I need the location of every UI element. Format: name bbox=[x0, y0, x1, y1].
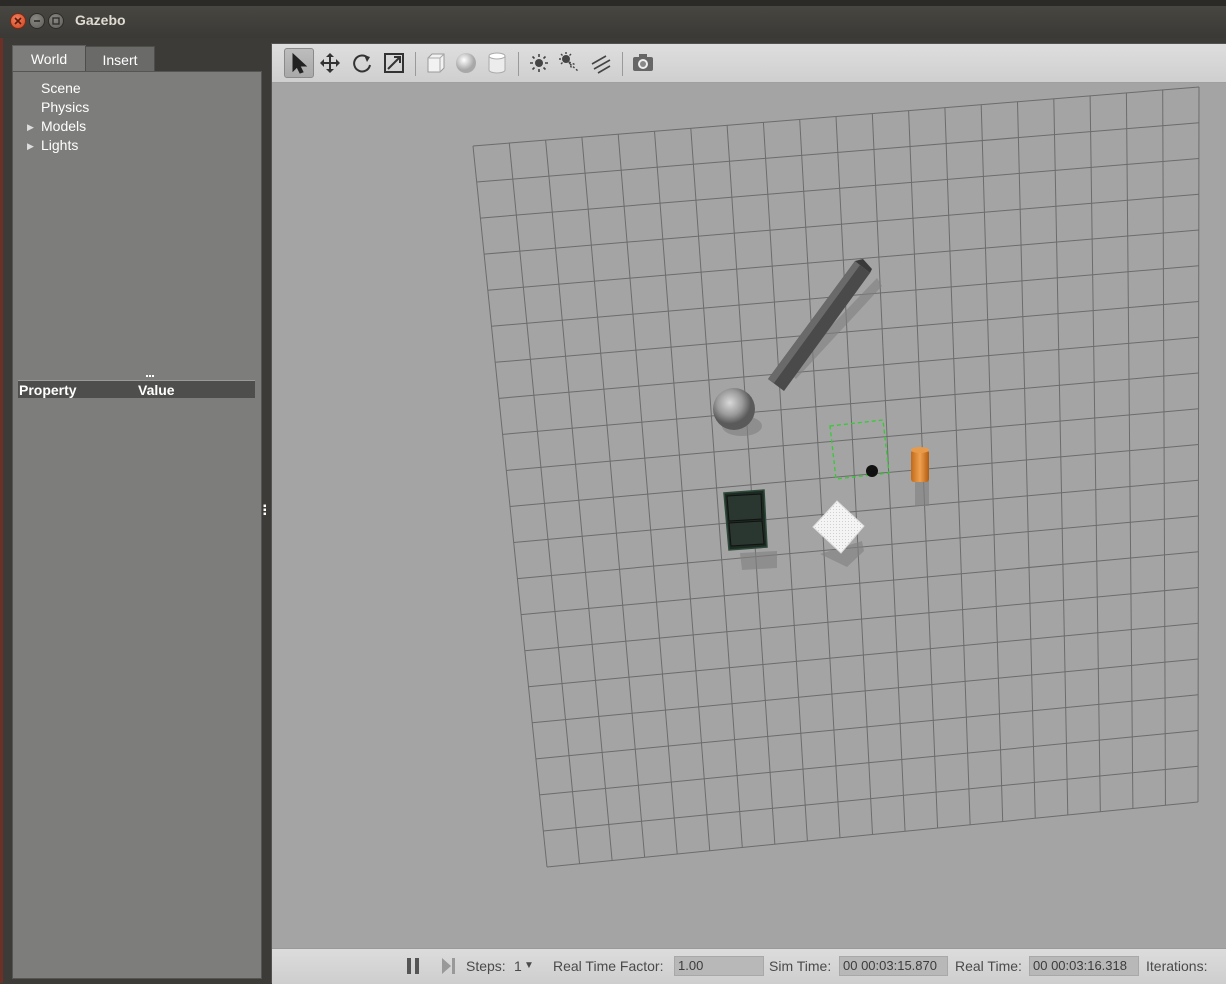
real-time-label: Real Time: bbox=[955, 958, 1022, 974]
sim-time-field: 00 00:03:15.870 bbox=[839, 956, 948, 976]
tab-world[interactable]: World bbox=[12, 45, 86, 72]
selection-box[interactable] bbox=[829, 419, 890, 480]
expand-arrow-icon[interactable]: ▶ bbox=[27, 141, 34, 152]
real-time-field: 00 00:03:16.318 bbox=[1029, 956, 1139, 976]
selected-object[interactable] bbox=[866, 465, 878, 477]
minimize-window-button[interactable] bbox=[29, 13, 45, 29]
real-time-factor-field: 1.00 bbox=[674, 956, 764, 976]
tree-item-models[interactable]: Models bbox=[41, 118, 86, 134]
steps-value[interactable]: 1 bbox=[514, 958, 522, 974]
translate-mode-button[interactable] bbox=[316, 49, 344, 77]
maximize-icon bbox=[52, 17, 60, 25]
grid-line bbox=[546, 801, 1199, 868]
steps-label: Steps: bbox=[466, 958, 506, 974]
tree-item-lights[interactable]: Lights bbox=[41, 137, 78, 153]
point-light-button[interactable] bbox=[525, 49, 553, 77]
rotate-mode-button[interactable] bbox=[348, 49, 376, 77]
close-window-button[interactable] bbox=[10, 13, 26, 29]
property-column-header[interactable]: Property bbox=[19, 382, 77, 398]
status-bar: Steps: 1 ▼ Real Time Factor: 1.00 Sim Ti… bbox=[272, 948, 1226, 984]
box-icon bbox=[427, 53, 445, 73]
vertical-splitter-handle[interactable]: ▪ ▪ ▪ bbox=[263, 502, 267, 520]
camera-icon bbox=[633, 54, 653, 71]
window-edge bbox=[0, 38, 3, 983]
maximize-window-button[interactable] bbox=[48, 13, 64, 29]
rotate-icon bbox=[353, 54, 371, 73]
world-panel: Scene Physics ▶ Models ▶ Lights Property… bbox=[12, 71, 262, 979]
cylinder-model[interactable] bbox=[911, 447, 929, 482]
minimize-icon bbox=[34, 20, 40, 22]
scale-mode-button[interactable] bbox=[380, 49, 408, 77]
expand-arrow-icon[interactable]: ▶ bbox=[27, 122, 34, 133]
property-table-header: Property Value bbox=[18, 380, 255, 398]
real-time-factor-label: Real Time Factor: bbox=[553, 958, 664, 974]
toolbar-separator bbox=[622, 52, 623, 76]
sphere-model[interactable] bbox=[713, 388, 755, 430]
steps-dropdown-icon[interactable]: ▼ bbox=[524, 960, 534, 971]
directional-light-icon bbox=[591, 55, 611, 74]
value-column-header[interactable]: Value bbox=[138, 382, 175, 398]
insert-sphere-button[interactable] bbox=[452, 49, 480, 77]
beam-model[interactable] bbox=[768, 259, 872, 391]
toolbar bbox=[272, 44, 1226, 83]
translate-icon bbox=[320, 53, 340, 73]
tab-insert[interactable]: Insert bbox=[85, 46, 155, 72]
select-mode-button[interactable] bbox=[284, 48, 314, 78]
toolbar-separator bbox=[518, 52, 519, 76]
top-panel-strip bbox=[0, 0, 1226, 6]
scale-icon bbox=[384, 53, 404, 73]
scene-viewport[interactable] bbox=[272, 83, 1226, 948]
tree-item-physics[interactable]: Physics bbox=[41, 99, 89, 115]
sim-time-label: Sim Time: bbox=[769, 958, 832, 974]
close-icon bbox=[14, 17, 22, 25]
insert-cylinder-button[interactable] bbox=[483, 49, 511, 77]
iterations-label: Iterations: bbox=[1146, 958, 1208, 974]
point-light-icon bbox=[530, 54, 548, 72]
cylinder-icon bbox=[488, 52, 506, 74]
window-title: Gazebo bbox=[75, 12, 126, 28]
screenshot-button[interactable] bbox=[629, 49, 657, 77]
pause-button[interactable] bbox=[405, 957, 421, 975]
toolbar-separator bbox=[415, 52, 416, 76]
spot-light-button[interactable] bbox=[556, 49, 584, 77]
crate-model[interactable] bbox=[723, 489, 768, 551]
insert-box-button[interactable] bbox=[421, 49, 449, 77]
directional-light-button[interactable] bbox=[587, 49, 615, 77]
step-forward-button[interactable] bbox=[440, 957, 456, 975]
select-icon bbox=[292, 52, 308, 74]
sphere-icon bbox=[456, 53, 476, 73]
spot-light-icon bbox=[559, 52, 579, 72]
tree-item-scene[interactable]: Scene bbox=[41, 80, 81, 96]
